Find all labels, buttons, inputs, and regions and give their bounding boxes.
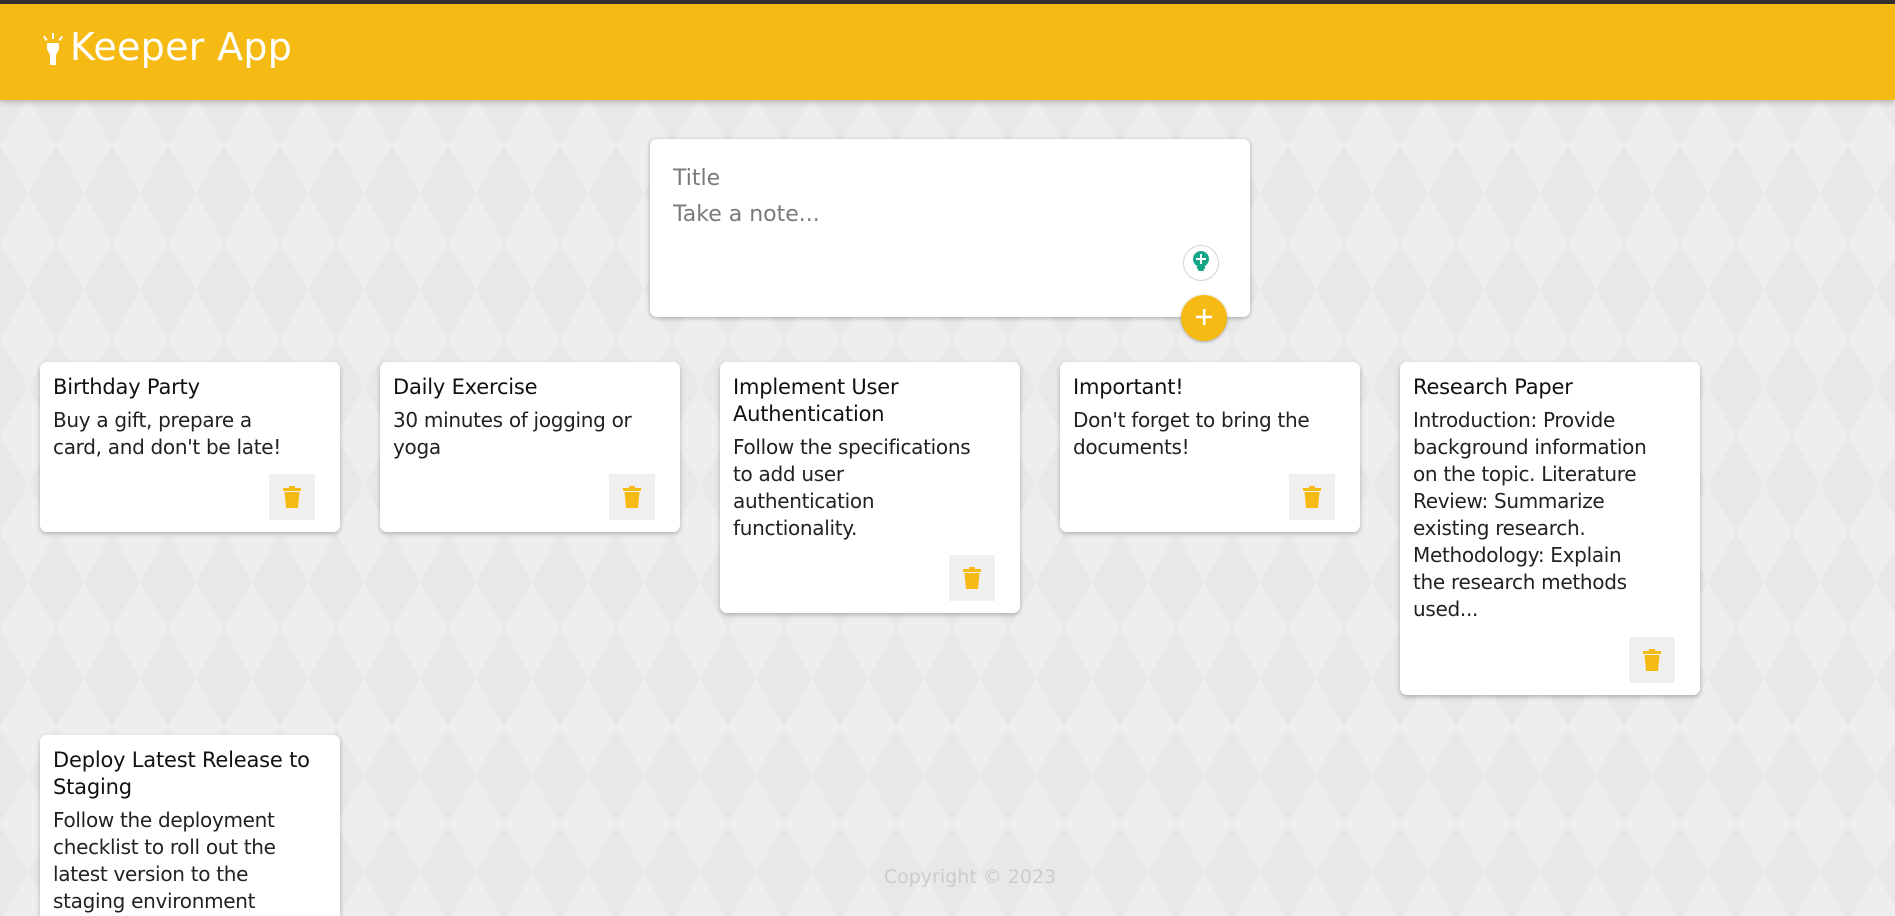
delete-note-button[interactable] (609, 474, 655, 520)
delete-note-button[interactable] (1289, 474, 1335, 520)
note-title: Daily Exercise (393, 375, 538, 399)
note-content: Introduction: Provide background informa… (1413, 408, 1647, 621)
delete-note-button[interactable] (949, 555, 995, 601)
lightbulb-button[interactable] (1183, 245, 1219, 281)
highlight-lamp-icon (42, 31, 64, 67)
trash-icon (963, 567, 981, 589)
note-title-input[interactable] (673, 163, 1213, 193)
note-title: Research Paper (1413, 375, 1573, 399)
note-title: Deploy Latest Release to Staging (53, 748, 310, 799)
delete-note-button[interactable] (1629, 637, 1675, 683)
create-note-form (650, 139, 1250, 341)
note-content: Don't forget to bring the documents! (1073, 408, 1310, 459)
note-card: Implement User Authentication Follow the… (720, 362, 1020, 613)
trash-icon (283, 486, 301, 508)
trash-icon (1303, 486, 1321, 508)
add-note-button[interactable] (1181, 295, 1227, 341)
page-footer: Copyright © 2023 (0, 866, 1895, 888)
note-title: Birthday Party (53, 375, 200, 399)
note-content: Follow the deployment checklist to roll … (53, 808, 276, 913)
delete-note-button[interactable] (269, 474, 315, 520)
app-title: Keeper App (70, 25, 293, 69)
note-content-input[interactable] (673, 202, 1213, 236)
note-card: Deploy Latest Release to Staging Follow … (40, 735, 340, 916)
note-card: Daily Exercise 30 minutes of jogging or … (380, 362, 680, 532)
trash-icon (1643, 649, 1661, 671)
note-card: Important! Don't forget to bring the doc… (1060, 362, 1360, 532)
note-card: Research Paper Introduction: Provide bac… (1400, 362, 1700, 695)
note-content: Follow the specifications to add user au… (733, 435, 971, 540)
note-card: Birthday Party Buy a gift, prepare a car… (40, 362, 340, 532)
note-title: Important! (1073, 375, 1184, 399)
note-content: Buy a gift, prepare a card, and don't be… (53, 408, 281, 459)
note-title: Implement User Authentication (733, 375, 899, 426)
note-content: 30 minutes of jogging or yoga (393, 408, 632, 459)
trash-icon (623, 486, 641, 508)
app-header: Keeper App (0, 4, 1895, 100)
copyright-text: Copyright © 2023 (883, 866, 1057, 888)
plus-icon (1194, 307, 1214, 330)
lightbulb-icon (1190, 250, 1212, 276)
